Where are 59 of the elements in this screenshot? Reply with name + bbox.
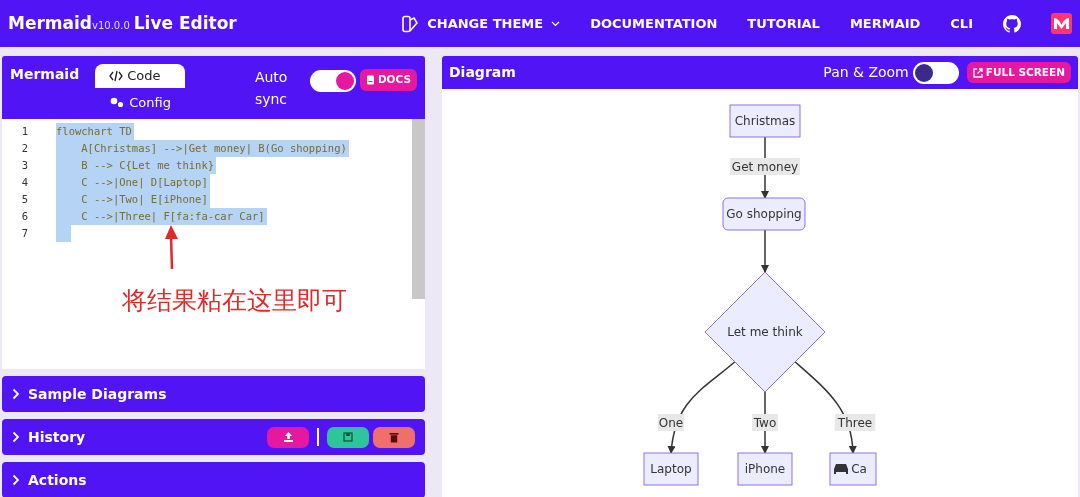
chevron-icon bbox=[12, 388, 20, 400]
trash-icon bbox=[389, 431, 399, 443]
edge-arrow bbox=[761, 229, 769, 273]
edge-label: Three bbox=[834, 414, 876, 431]
brand-title: Mermaid bbox=[8, 11, 92, 35]
line-number: 7 bbox=[20, 226, 30, 241]
edge-label: One bbox=[658, 414, 684, 431]
save-icon bbox=[343, 432, 353, 442]
auto-sync-label: Auto sync bbox=[254, 68, 289, 109]
flowchart-node: Go shopping bbox=[722, 197, 806, 231]
upload-button[interactable] bbox=[267, 426, 309, 448]
divider-bar bbox=[317, 428, 319, 446]
nav-link[interactable]: DOCUMENTATION bbox=[590, 13, 718, 34]
line-number: 4 bbox=[20, 175, 30, 190]
flowchart-node: iPhone bbox=[737, 452, 793, 486]
scrollbar[interactable] bbox=[412, 119, 425, 299]
line-number: 6 bbox=[20, 209, 30, 224]
theme-menu[interactable]: CHANGE THEME bbox=[401, 13, 561, 34]
chevron-icon bbox=[12, 474, 20, 486]
theme-icon bbox=[401, 14, 420, 33]
panel-title: Mermaid bbox=[10, 65, 80, 84]
upload-icon bbox=[282, 432, 294, 442]
flowchart-node: Christmas bbox=[729, 104, 801, 138]
github-icon[interactable] bbox=[1003, 14, 1021, 33]
caret-icon bbox=[551, 20, 561, 27]
flowchart-node: Ca bbox=[829, 452, 877, 486]
subtitle: Live Editor bbox=[133, 11, 237, 35]
delete-button[interactable] bbox=[373, 426, 415, 448]
line-number: 1 bbox=[20, 124, 30, 139]
code-icon bbox=[109, 69, 124, 82]
flowchart-node: Laptop bbox=[643, 452, 699, 486]
line-number: 2 bbox=[20, 141, 30, 156]
panel-title: Diagram bbox=[449, 63, 516, 82]
external-link-icon bbox=[972, 67, 983, 78]
auto-sync-toggle[interactable] bbox=[309, 70, 356, 92]
editor-tab[interactable]: Config bbox=[95, 90, 185, 114]
nav-link[interactable]: MERMAID bbox=[849, 13, 921, 34]
logo-icon[interactable] bbox=[1051, 13, 1072, 34]
edge-label: Get money bbox=[730, 158, 800, 175]
gears-icon bbox=[109, 96, 126, 109]
section-header[interactable]: History bbox=[2, 419, 425, 455]
nav-link[interactable]: CLI bbox=[950, 13, 973, 34]
docs-button[interactable]: DOCS bbox=[359, 69, 417, 91]
editor-tab[interactable]: Code bbox=[95, 64, 185, 88]
book-icon bbox=[365, 74, 375, 85]
line-number: 3 bbox=[20, 158, 30, 173]
annotation-text: 将结果粘在这里即可 bbox=[122, 285, 347, 317]
pan-zoom-toggle[interactable] bbox=[912, 61, 959, 84]
nav-link[interactable]: TUTORIAL bbox=[747, 13, 820, 34]
section-header[interactable]: Actions bbox=[2, 462, 425, 497]
save-button[interactable] bbox=[327, 426, 369, 448]
chevron-icon bbox=[12, 431, 20, 443]
pan-zoom-label: Pan & Zoom bbox=[823, 63, 909, 82]
section-header[interactable]: Sample Diagrams bbox=[2, 376, 425, 412]
flowchart-node: Let me think bbox=[704, 271, 826, 393]
line-number: 5 bbox=[20, 192, 30, 207]
edge-label: Two bbox=[752, 414, 778, 431]
full-screen-button[interactable]: FULL SCREEN bbox=[966, 61, 1071, 84]
version-label: v10.0.0 bbox=[92, 19, 130, 33]
